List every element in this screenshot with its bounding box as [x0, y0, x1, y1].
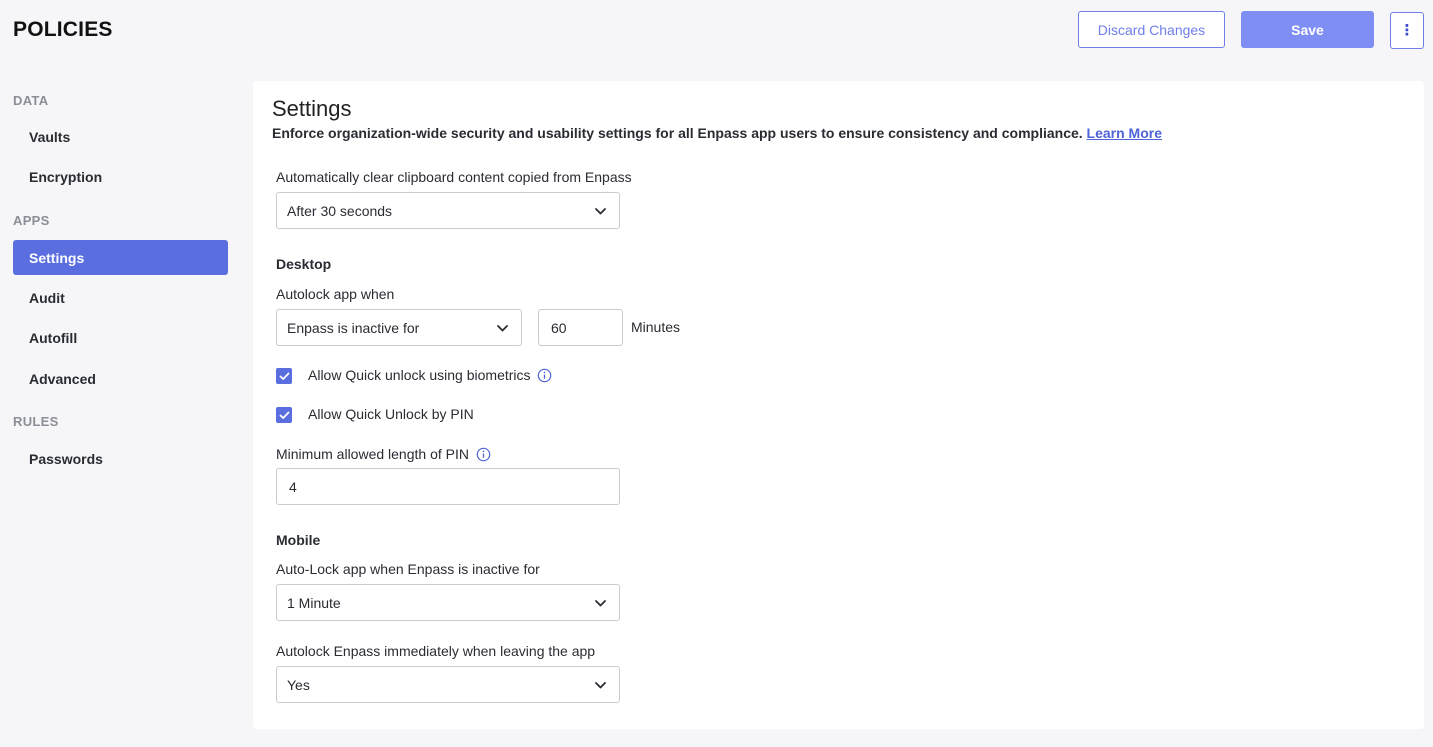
desktop-minutes-input[interactable]: 60: [538, 309, 623, 346]
discard-changes-button[interactable]: Discard Changes: [1078, 11, 1225, 48]
biometrics-checkbox[interactable]: [276, 368, 292, 384]
mobile-heading: Mobile: [276, 532, 321, 548]
min-pin-input[interactable]: 4: [276, 468, 620, 505]
sidebar-item-autofill[interactable]: Autofill: [13, 320, 228, 355]
mobile-autolock-value: 1 Minute: [287, 594, 341, 611]
mobile-leave-label: Autolock Enpass immediately when leaving…: [276, 643, 596, 659]
info-icon[interactable]: [476, 447, 491, 462]
chevron-down-icon: [595, 600, 606, 607]
min-pin-label-row: Minimum allowed length of PIN: [276, 446, 491, 462]
min-pin-value: 4: [289, 478, 297, 495]
page-title: POLICIES: [13, 18, 113, 41]
clipboard-select-value: After 30 seconds: [287, 202, 393, 219]
desktop-minutes-value: 60: [551, 319, 567, 336]
mobile-leave-select[interactable]: Yes: [276, 666, 620, 703]
learn-more-link[interactable]: Learn More: [1087, 125, 1162, 141]
mobile-leave-value: Yes: [287, 676, 310, 693]
mobile-autolock-label: Auto-Lock app when Enpass is inactive fo…: [276, 561, 540, 577]
mobile-autolock-select[interactable]: 1 Minute: [276, 584, 620, 621]
min-pin-label: Minimum allowed length of PIN: [276, 446, 469, 462]
sidebar-item-label: Advanced: [29, 370, 96, 387]
sidebar-section-apps: APPS: [13, 213, 50, 228]
pin-unlock-label: Allow Quick Unlock by PIN: [308, 406, 474, 422]
sidebar-item-label: Vaults: [29, 128, 71, 145]
desktop-autolock-label: Autolock app when: [276, 286, 395, 302]
more-vertical-icon: ⋮: [1399, 22, 1415, 39]
biometrics-label: Allow Quick unlock using biometrics: [308, 367, 531, 383]
minutes-unit-label: Minutes: [631, 319, 681, 335]
save-button[interactable]: Save: [1241, 11, 1374, 48]
section-title: Settings: [272, 96, 352, 121]
sidebar-section-rules: RULES: [13, 414, 59, 429]
sidebar-item-advanced[interactable]: Advanced: [13, 361, 228, 396]
sidebar-item-vaults[interactable]: Vaults: [13, 119, 228, 154]
section-subtitle: Enforce organization-wide security and u…: [272, 125, 1162, 141]
check-icon: [279, 372, 289, 380]
sidebar-item-label: Audit: [29, 289, 65, 306]
desktop-autolock-value: Enpass is inactive for: [287, 319, 420, 336]
sidebar-item-label: Autofill: [29, 329, 78, 346]
sidebar-item-audit[interactable]: Audit: [13, 280, 228, 315]
info-icon[interactable]: [537, 368, 552, 383]
sidebar-item-label: Passwords: [29, 450, 103, 467]
sidebar-section-data: DATA: [13, 93, 49, 108]
more-options-button[interactable]: ⋮: [1390, 12, 1424, 49]
desktop-autolock-select[interactable]: Enpass is inactive for: [276, 309, 522, 346]
biometrics-label-row: Allow Quick unlock using biometrics: [308, 367, 552, 383]
chevron-down-icon: [595, 208, 606, 215]
sidebar-item-passwords[interactable]: Passwords: [13, 441, 228, 476]
sidebar-item-label: Encryption: [29, 168, 103, 185]
subtitle-text: Enforce organization-wide security and u…: [272, 125, 1083, 141]
chevron-down-icon: [497, 325, 508, 332]
pin-unlock-checkbox[interactable]: [276, 407, 292, 423]
sidebar-item-encryption[interactable]: Encryption: [13, 159, 228, 194]
check-icon: [279, 411, 289, 419]
desktop-heading: Desktop: [276, 256, 332, 272]
settings-card: Settings Enforce organization-wide secur…: [253, 81, 1424, 729]
clipboard-label: Automatically clear clipboard content co…: [276, 169, 632, 185]
chevron-down-icon: [595, 682, 606, 689]
sidebar-item-settings[interactable]: Settings: [13, 240, 228, 275]
clipboard-select[interactable]: After 30 seconds: [276, 192, 620, 229]
sidebar-item-label: Settings: [29, 249, 85, 266]
